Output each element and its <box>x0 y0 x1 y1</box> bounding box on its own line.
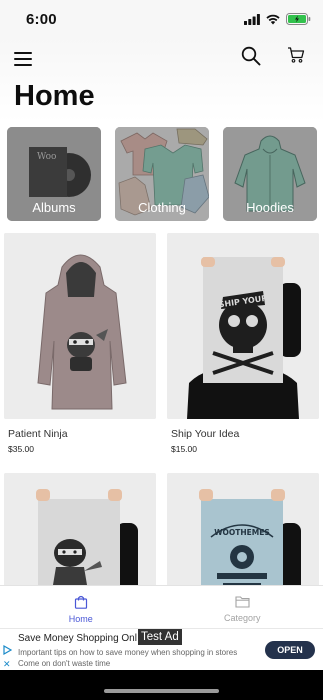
folder-icon <box>235 596 250 608</box>
system-bottom-area <box>0 670 323 700</box>
product-card[interactable]: SHIP YOUR Ship Your Idea $15.00 <box>167 233 319 454</box>
cart-button[interactable] <box>287 46 309 68</box>
ad-description: Important tips on how to save money when… <box>18 648 238 668</box>
category-card-albums[interactable]: Woo Albums <box>7 127 101 221</box>
wifi-icon <box>266 14 280 24</box>
ad-close-icon[interactable]: ✕ <box>3 659 11 670</box>
status-icons <box>244 13 311 25</box>
category-card-clothing[interactable]: Clothing <box>115 127 209 221</box>
ad-test-label: Test Ad <box>138 629 182 645</box>
tab-label: Home <box>68 614 93 624</box>
product-price: $15.00 <box>171 444 197 454</box>
category-label: Albums <box>32 200 76 215</box>
product-price: $35.00 <box>8 444 34 454</box>
hoodie-product-image <box>4 233 156 419</box>
category-list: Woo Albums Clothing Hoodies <box>7 127 317 221</box>
battery-icon <box>286 13 311 25</box>
product-image: SHIP YOUR <box>167 233 319 419</box>
category-label: Clothing <box>138 200 186 215</box>
product-name: Patient Ninja <box>8 428 68 440</box>
tab-label: Category <box>223 613 261 623</box>
page-title: Home <box>14 80 95 112</box>
status-time: 6:00 <box>26 10 57 28</box>
product-name: Ship Your Idea <box>171 428 240 440</box>
svg-text:WOOTHEMES: WOOTHEMES <box>214 528 270 537</box>
menu-icon <box>14 52 32 66</box>
status-bar: 6:00 <box>0 0 323 38</box>
poster-product-image: SHIP YOUR <box>167 233 319 419</box>
ad-banner[interactable]: ✕ Save Money Shopping Onl Test Ad Import… <box>0 628 323 670</box>
home-indicator[interactable] <box>104 689 219 693</box>
search-button[interactable] <box>241 46 263 68</box>
category-label: Hoodies <box>246 200 294 215</box>
product-image <box>4 233 156 419</box>
tab-home[interactable]: Home <box>0 586 162 628</box>
app-header: Home <box>0 38 323 122</box>
category-card-hoodies[interactable]: Hoodies <box>223 127 317 221</box>
ad-choices-icon[interactable] <box>3 645 12 655</box>
product-card[interactable]: Patient Ninja $35.00 <box>4 233 156 454</box>
ad-open-button[interactable]: OPEN <box>265 641 315 659</box>
bag-icon <box>74 595 87 609</box>
bottom-tab-bar: Home Category <box>0 585 323 628</box>
cart-icon <box>288 47 305 63</box>
ad-title: Save Money Shopping Onl <box>18 633 137 644</box>
signal-icon <box>244 13 260 25</box>
search-icon <box>241 46 261 66</box>
tab-category[interactable]: Category <box>162 586 323 628</box>
menu-button[interactable] <box>14 48 36 70</box>
